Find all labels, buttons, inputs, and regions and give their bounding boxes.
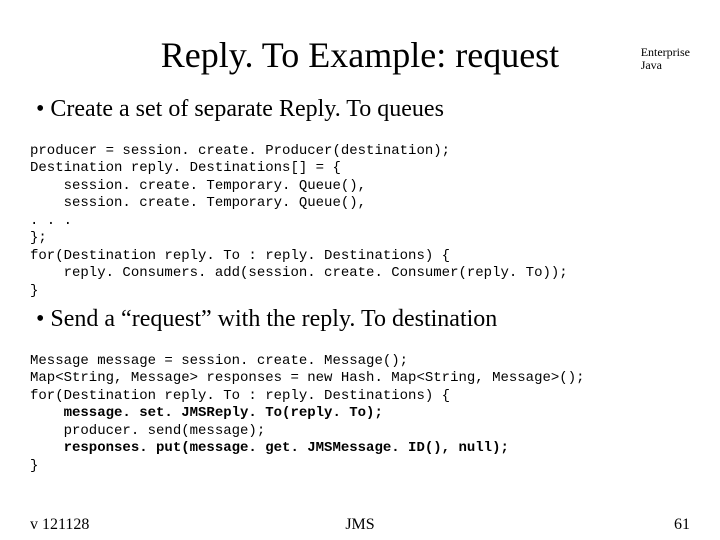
corner-label: Enterprise Java [641, 46, 690, 72]
code-line: producer. send(message); [30, 423, 265, 439]
code-line: responses. put(message. get. JMSMessage.… [30, 440, 509, 456]
code-line: producer = session. create. Producer(des… [30, 143, 450, 159]
code-line: session. create. Temporary. Queue(), [30, 178, 366, 194]
footer-topic: JMS [30, 516, 690, 534]
code-line: reply. Consumers. add(session. create. C… [30, 265, 568, 281]
slide: Enterprise Java Reply. To Example: reque… [0, 0, 720, 540]
code-line: message. set. JMSReply. To(reply. To); [30, 405, 383, 421]
code-block-2: Message message = session. create. Messa… [30, 335, 690, 475]
code-line: for(Destination reply. To : reply. Desti… [30, 248, 450, 264]
code-block-1: producer = session. create. Producer(des… [30, 125, 690, 300]
code-line: Message message = session. create. Messa… [30, 353, 408, 369]
bullet-1: Create a set of separate Reply. To queue… [30, 96, 690, 123]
code-line: Map<String, Message> responses = new Has… [30, 370, 585, 386]
code-line: } [30, 283, 38, 299]
code-line: for(Destination reply. To : reply. Desti… [30, 388, 450, 404]
slide-title: Reply. To Example: request [30, 34, 690, 76]
page-number: 61 [674, 516, 690, 534]
code-line: } [30, 458, 38, 474]
code-line: session. create. Temporary. Queue(), [30, 195, 366, 211]
bullet-2: Send a “request” with the reply. To dest… [30, 306, 690, 333]
code-line: . . . [30, 213, 72, 229]
code-line: }; [30, 230, 47, 246]
code-line: Destination reply. Destinations[] = { [30, 160, 341, 176]
